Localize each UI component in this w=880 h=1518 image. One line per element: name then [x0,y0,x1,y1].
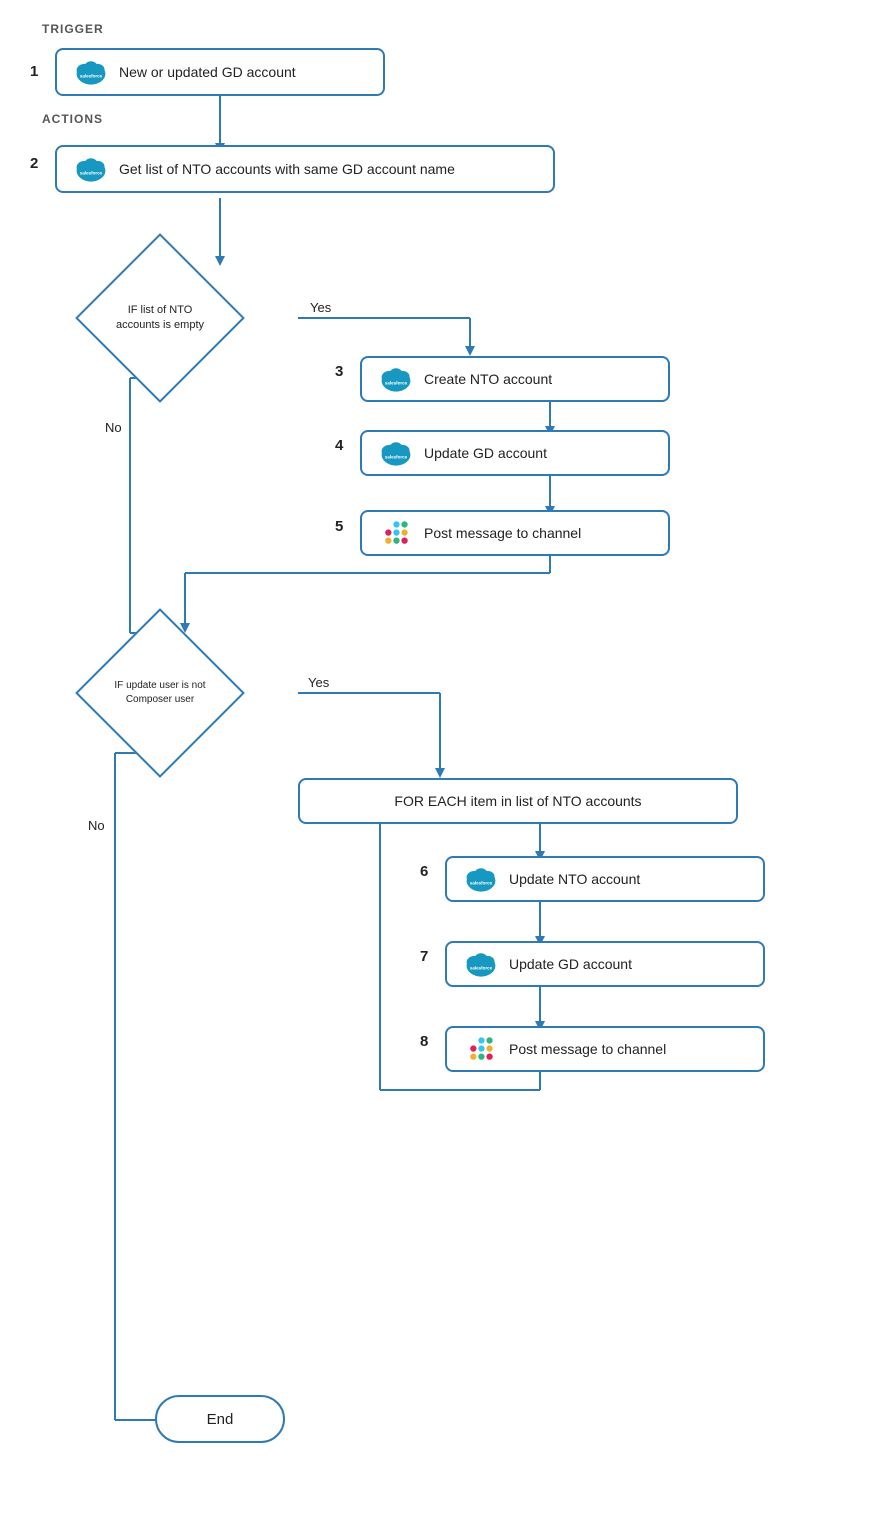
salesforce-icon-3: salesforce [378,361,414,397]
salesforce-icon-7: salesforce [463,946,499,982]
step-4-box[interactable]: salesforce Update GD account [360,430,670,476]
step-2-box[interactable]: salesforce Get list of NTO accounts with… [55,145,555,193]
step-1-text: New or updated GD account [119,64,296,80]
svg-text:Yes: Yes [310,300,332,315]
svg-text:salesforce: salesforce [470,965,493,970]
svg-text:salesforce: salesforce [80,73,103,78]
step-1-box[interactable]: salesforce New or updated GD account [55,48,385,96]
svg-text:salesforce: salesforce [80,170,103,175]
diamond-1-container: IF list of NTO accounts is empty [100,258,220,378]
arrows-svg: Yes No Yes [0,0,880,1518]
foreach-text: FOR EACH item in list of NTO accounts [394,793,641,809]
svg-text:No: No [88,818,105,833]
step-2-number: 2 [30,155,38,172]
step-8-text: Post message to channel [509,1041,666,1057]
step-7-box[interactable]: salesforce Update GD account [445,941,765,987]
salesforce-icon-1: salesforce [73,54,109,90]
step-3-number: 3 [335,363,343,380]
step-1-number: 1 [30,63,38,80]
svg-text:No: No [105,420,122,435]
step-3-text: Create NTO account [424,371,552,387]
actions-label: ACTIONS [42,112,103,126]
slack-icon-5 [378,515,414,551]
diamond-2-container: IF update user is not Composer user [100,633,220,753]
step-2-text: Get list of NTO accounts with same GD ac… [119,161,455,177]
step-4-text: Update GD account [424,445,547,461]
salesforce-icon-2: salesforce [73,151,109,187]
slack-icon-8 [463,1031,499,1067]
diagram-container: Yes No Yes [0,0,880,1518]
step-6-number: 6 [420,863,428,880]
step-3-box[interactable]: salesforce Create NTO account [360,356,670,402]
step-5-box[interactable]: Post message to channel [360,510,670,556]
diamond-1-label: IF list of NTO accounts is empty [105,263,215,373]
svg-text:salesforce: salesforce [470,880,493,885]
step-5-text: Post message to channel [424,525,581,541]
step-7-text: Update GD account [509,956,632,972]
step-6-box[interactable]: salesforce Update NTO account [445,856,765,902]
step-6-text: Update NTO account [509,871,640,887]
trigger-label: TRIGGER [42,22,104,36]
foreach-box[interactable]: FOR EACH item in list of NTO accounts [298,778,738,824]
diamond-2-label: IF update user is not Composer user [105,638,215,748]
step-5-number: 5 [335,518,343,535]
step-7-number: 7 [420,948,428,965]
step-8-box[interactable]: Post message to channel [445,1026,765,1072]
svg-text:Yes: Yes [308,675,330,690]
svg-text:salesforce: salesforce [385,454,408,459]
svg-text:salesforce: salesforce [385,380,408,385]
step-8-number: 8 [420,1033,428,1050]
salesforce-icon-4: salesforce [378,435,414,471]
end-pill: End [155,1395,285,1443]
salesforce-icon-6: salesforce [463,861,499,897]
step-4-number: 4 [335,437,343,454]
